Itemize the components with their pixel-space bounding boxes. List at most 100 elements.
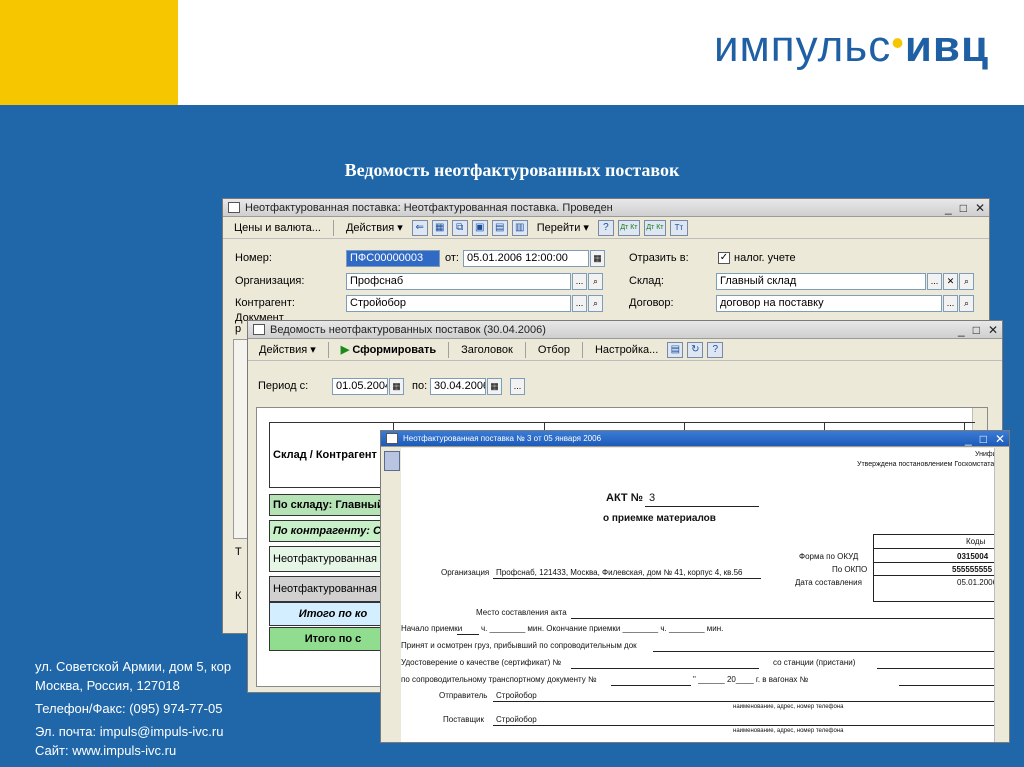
period-to-field[interactable]: 30.04.2006	[430, 378, 486, 395]
report-row-contractor[interactable]: По контрагенту: Ст	[269, 520, 394, 542]
structure-icon[interactable]: ▦	[431, 219, 448, 236]
accepted-text: Принят и осмотрен груз, прибывший по соп…	[401, 641, 637, 650]
quality-text: Удостоверение о качестве (сертификат) №	[401, 658, 562, 667]
report-icon	[253, 324, 265, 335]
org-select-button[interactable]: ...	[572, 273, 587, 290]
window3-close-button[interactable]: ✕	[995, 431, 1005, 446]
window2-close-button[interactable]: ✕	[988, 321, 998, 338]
codes-divider	[873, 575, 999, 576]
tax-checkbox[interactable]: ✓	[718, 252, 730, 264]
report-header-cell: Склад / Контрагент	[269, 422, 394, 488]
org-field[interactable]: Профснаб	[346, 273, 571, 290]
contract-field[interactable]: договор на поставку	[716, 295, 942, 312]
codes-divider	[873, 562, 999, 563]
transport-number-underline	[611, 685, 691, 686]
org-search-icon[interactable]: ⌕	[588, 273, 603, 290]
act-scrollbar[interactable]	[994, 448, 1009, 742]
yellow-corner-block	[0, 0, 178, 105]
maximize-button[interactable]: □	[960, 199, 967, 216]
calendar-icon[interactable]: ▦	[590, 250, 605, 267]
report-row-warehouse[interactable]: По складу: Главный	[269, 494, 394, 516]
report-help-icon[interactable]: ?	[707, 341, 724, 358]
date-field[interactable]: 05.01.2006 12:00:00	[463, 250, 589, 267]
act-number-underline	[645, 506, 759, 507]
contact-email[interactable]: Эл. почта: impuls@impuls-ivc.ru	[35, 722, 231, 741]
prices-button[interactable]: Цены и валюта...	[229, 220, 326, 236]
printed-act-window[interactable]: Неотфактурованная поставка № 3 от 05 янв…	[380, 430, 1010, 743]
place-underline	[571, 618, 997, 619]
report-row-total-warehouse[interactable]: Итого по с	[269, 627, 394, 651]
actions-menu[interactable]: Действия ▾	[341, 219, 408, 236]
window2-titlebar[interactable]: Ведомость неотфактурованных поставок (30…	[248, 321, 1002, 339]
window1-titlebar[interactable]: Неотфактурованная поставка: Неотфактуров…	[223, 199, 989, 217]
supplier-value: Стройобор	[496, 715, 537, 724]
close-button[interactable]: ✕	[975, 199, 985, 216]
accepted-underline	[653, 651, 997, 652]
window1-edge-label-k: К	[235, 590, 242, 602]
minimize-button[interactable]: _	[945, 199, 952, 216]
contractor-search-icon[interactable]: ⌕	[588, 295, 603, 312]
contract-select-button[interactable]: ...	[943, 295, 958, 312]
reflect-label: Отразить в:	[629, 252, 689, 264]
tt-icon[interactable]: Тт	[669, 219, 688, 236]
period-from-field[interactable]: 01.05.2004	[332, 378, 388, 395]
save-settings-icon[interactable]: ▤	[667, 341, 684, 358]
report-actions-menu[interactable]: Действия ▾	[254, 341, 321, 358]
generate-button[interactable]: ▶ Сформировать	[336, 341, 441, 358]
filter-button[interactable]: Отбор	[533, 342, 575, 358]
goto-menu-label: Перейти	[536, 222, 581, 234]
window3-titlebar[interactable]: Неотфактурованная поставка № 3 от 05 янв…	[381, 431, 1009, 447]
arrow-left-icon[interactable]: ⇐	[411, 219, 428, 236]
report-row-document[interactable]: Неотфактурованная по	[269, 546, 394, 572]
act-title-label: АКТ №	[606, 492, 643, 504]
print-toolbar-button[interactable]	[384, 451, 400, 471]
period-from-calendar-icon[interactable]: ▦	[389, 378, 404, 395]
dt-kt-2-icon[interactable]: Дт Кт	[643, 219, 666, 236]
report-row-total-contractor[interactable]: Итого по ко	[269, 602, 394, 626]
logo-left: импульс	[713, 22, 892, 71]
station-underline	[877, 668, 997, 669]
warehouse-label: Склад:	[629, 275, 664, 287]
document-icon	[228, 202, 240, 213]
goto-menu[interactable]: Перейти ▾	[532, 219, 594, 236]
contractor-field[interactable]: Стройобор	[346, 295, 571, 312]
report-row-document[interactable]: Неотфактурованная по	[269, 576, 394, 602]
warehouse-clear-icon[interactable]: ✕	[943, 273, 958, 290]
window2-maximize-button[interactable]: □	[973, 321, 980, 338]
post-icon[interactable]: ▣	[471, 219, 488, 236]
window2-title: Ведомость неотфактурованных поставок (30…	[270, 324, 546, 336]
period-select-button[interactable]: ...	[510, 378, 525, 395]
window3-maximize-button[interactable]: □	[980, 431, 987, 446]
contacts-block: ул. Советской Армии, дом 5, кор Москва, …	[35, 657, 231, 760]
period-to-calendar-icon[interactable]: ▦	[487, 378, 502, 395]
print-form-icon	[386, 433, 398, 444]
unpost-icon[interactable]: ▤	[491, 219, 508, 236]
codes-header: Коды	[966, 537, 986, 546]
warehouse-search-icon[interactable]: ⌕	[959, 273, 974, 290]
org-underline	[493, 578, 761, 579]
generate-label: Сформировать	[352, 344, 437, 356]
org-value: Профснаб, 121433, Москва, Филевская, дом…	[496, 568, 743, 577]
window2-minimize-button[interactable]: _	[958, 321, 965, 338]
slide-title: Ведомость неотфактурованных поставок	[344, 160, 680, 180]
warehouse-select-button[interactable]: ...	[927, 273, 942, 290]
header-button[interactable]: Заголовок	[456, 342, 518, 358]
settings-button[interactable]: Настройка...	[590, 342, 663, 358]
copy-icon[interactable]: ⧉	[451, 219, 468, 236]
help-icon[interactable]: ?	[597, 219, 614, 236]
warehouse-field[interactable]: Главный склад	[716, 273, 926, 290]
contractor-select-button[interactable]: ...	[572, 295, 587, 312]
contact-website[interactable]: Сайт: www.impuls-ivc.ru	[35, 741, 231, 760]
restore-settings-icon[interactable]: ↻	[687, 341, 704, 358]
dt-kt-icon[interactable]: Дт Кт	[617, 219, 640, 236]
tax-label: налог. учете	[734, 252, 796, 264]
act-document: Унифи Утверждена постановлением Госкомст…	[401, 448, 999, 742]
print-icon[interactable]: ▥	[511, 219, 528, 236]
start-label: Начало приемки	[401, 624, 463, 633]
number-field[interactable]: ПФС00000003	[346, 250, 440, 267]
toolbar-separator	[524, 341, 526, 358]
contract-search-icon[interactable]: ⌕	[959, 295, 974, 312]
place-label: Место составления акта	[476, 608, 567, 617]
sender-underline	[493, 701, 997, 702]
window3-minimize-button[interactable]: _	[965, 431, 972, 446]
